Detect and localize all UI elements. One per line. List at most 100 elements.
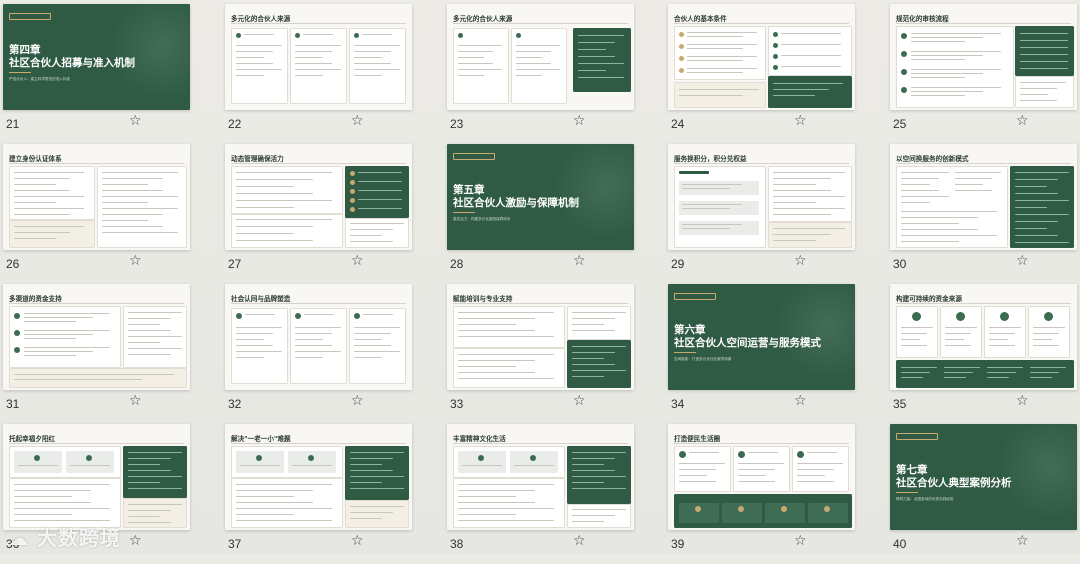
slide-preview[interactable]: 建立身份认证体系 (3, 144, 190, 250)
star-outline-icon[interactable]: ☆ (351, 394, 364, 408)
text-line (236, 63, 273, 65)
text-line (1015, 214, 1069, 216)
text-line (14, 232, 70, 234)
slide-number: 22 (228, 117, 242, 131)
stat-icon (824, 506, 830, 512)
star-outline-icon[interactable]: ☆ (129, 254, 142, 268)
text-line (901, 211, 997, 213)
slide-number: 27 (228, 257, 242, 271)
text-line (458, 366, 516, 368)
text-line (578, 42, 615, 44)
slide-preview[interactable]: 以空间换服务的创新模式 (890, 144, 1077, 250)
text-line (572, 324, 605, 326)
slide-preview[interactable]: 丰富精神文化生活 (447, 424, 634, 530)
slide-preview[interactable]: 赋能培训与专业支持 (447, 284, 634, 390)
star-outline-icon[interactable]: ☆ (1016, 254, 1029, 268)
star-outline-icon[interactable]: ☆ (1016, 534, 1029, 548)
slide-thumbnail-23[interactable]: 多元化的合伙人来源 23 ☆ (447, 4, 637, 144)
content-card (231, 28, 288, 104)
slide-preview[interactable]: 社会认同与品牌塑造 (225, 284, 412, 390)
slide-thumbnail-31[interactable]: 多渠道的资金支持 31 ☆ (3, 284, 193, 424)
slide-title: 托起幸福夕阳红 (9, 435, 56, 443)
text-line (128, 312, 182, 314)
slide-thumbnail-38[interactable]: 丰富精神文化生活 38 ☆ (447, 424, 637, 564)
star-outline-icon[interactable]: ☆ (573, 254, 586, 268)
highlight-card (1010, 166, 1074, 248)
star-outline-icon[interactable]: ☆ (129, 534, 142, 548)
star-outline-icon[interactable]: ☆ (1016, 114, 1029, 128)
text-line (236, 219, 332, 221)
text-line (462, 465, 502, 467)
slide-preview[interactable]: 解决"一老一小"难题 (225, 424, 412, 530)
star-outline-icon[interactable]: ☆ (794, 114, 807, 128)
star-outline-icon[interactable]: ☆ (129, 394, 142, 408)
star-outline-icon[interactable]: ☆ (1016, 394, 1029, 408)
slide-preview[interactable]: 第七章 社区合伙人典型案例分析 榜样力量：全国各地的优秀实践经验 (890, 424, 1077, 530)
slide-thumbnail-29[interactable]: 服务换积分，积分兑权益 29 ☆ (668, 144, 858, 284)
text-line (24, 355, 76, 357)
star-outline-icon[interactable]: ☆ (794, 394, 807, 408)
slide-number: 25 (893, 117, 907, 131)
slide-thumbnail-37[interactable]: 解决"一老一小"难题 37 ☆ (225, 424, 415, 564)
slide-thumbnail-21[interactable]: 第四章 社区合伙人招募与准入机制 严选合伙人：建立科学规范的准入标准 21 ☆ (3, 4, 193, 144)
star-outline-icon[interactable]: ☆ (794, 534, 807, 548)
slide-thumbnail-26[interactable]: 建立身份认证体系 26 ☆ (3, 144, 193, 284)
slide-preview[interactable]: 打造便民生活圈 (668, 424, 855, 530)
slide-preview[interactable]: 第四章 社区合伙人招募与准入机制 严选合伙人：建立科学规范的准入标准 (3, 4, 190, 110)
slide-preview[interactable]: 合伙人的基本条件 (668, 4, 855, 110)
slide-preview[interactable]: 第六章 社区合伙人空间运营与服务模式 空间赋能：打造多元化社区服务场景 (668, 284, 855, 390)
slide-preview[interactable]: 第五章 社区合伙人激励与保障机制 激发活力：构建多元化激励保障体系 (447, 144, 634, 250)
title-rule (231, 163, 406, 164)
slide-thumbnail-27[interactable]: 动态管理确保活力 27 ☆ (225, 144, 415, 284)
slide-preview[interactable]: 多渠道的资金支持 (3, 284, 190, 390)
text-line (295, 345, 332, 347)
star-outline-icon[interactable]: ☆ (794, 254, 807, 268)
star-outline-icon[interactable]: ☆ (573, 114, 586, 128)
slide-thumbnail-22[interactable]: 多元化的合伙人来源 22 ☆ (225, 4, 415, 144)
star-outline-icon[interactable]: ☆ (573, 534, 586, 548)
text-line (458, 354, 554, 356)
slide-title: 服务换积分，积分兑权益 (674, 155, 747, 163)
text-line (781, 44, 841, 46)
slide-preview[interactable]: 服务换积分，积分兑权益 (668, 144, 855, 250)
slide-preview[interactable]: 动态管理确保活力 (225, 144, 412, 250)
text-line (358, 190, 402, 192)
text-line (682, 208, 730, 210)
text-line (572, 470, 616, 472)
slide-thumbnail-24[interactable]: 合伙人的基本条件 24 ☆ (668, 4, 858, 144)
text-line (955, 190, 992, 192)
text-line (1030, 372, 1059, 374)
text-line (14, 379, 142, 381)
text-line (955, 178, 992, 180)
slide-thumbnail-34[interactable]: 第六章 社区合伙人空间运营与服务模式 空间赋能：打造多元化社区服务场景 34 ☆ (668, 284, 858, 424)
slide-thumbnail-35[interactable]: 构建可持续的资金来源 35 ☆ (890, 284, 1080, 424)
highlight-card (1015, 26, 1074, 76)
slide-preview[interactable]: 构建可持续的资金来源 (890, 284, 1077, 390)
star-outline-icon[interactable]: ☆ (351, 534, 364, 548)
slide-thumbnail-25[interactable]: 规范化的审核流程 25 ☆ (890, 4, 1080, 144)
star-outline-icon[interactable]: ☆ (573, 394, 586, 408)
text-line (687, 56, 757, 58)
star-outline-icon[interactable]: ☆ (129, 114, 142, 128)
title-rule (9, 443, 184, 444)
slide-preview[interactable]: 多元化的合伙人来源 (447, 4, 634, 110)
text-line (14, 172, 84, 174)
star-outline-icon[interactable]: ☆ (351, 254, 364, 268)
text-line (516, 45, 560, 47)
slide-thumbnail-28[interactable]: 第五章 社区合伙人激励与保障机制 激发活力：构建多元化激励保障体系 28 ☆ (447, 144, 637, 284)
slide-thumbnail-30[interactable]: 以空间换服务的创新模式 30 ☆ (890, 144, 1080, 284)
text-line (901, 196, 949, 198)
slide-preview[interactable]: 托起幸福夕阳红 (3, 424, 190, 530)
card-icon (679, 451, 686, 458)
list-icon (14, 330, 20, 336)
text-line (458, 490, 535, 492)
slide-thumbnail-33[interactable]: 赋能培训与专业支持 33 ☆ (447, 284, 637, 424)
slide-preview[interactable]: 规范化的审核流程 (890, 4, 1077, 110)
slide-thumbnail-32[interactable]: 社会认同与品牌塑造 32 ☆ (225, 284, 415, 424)
slide-thumbnail-40[interactable]: 第七章 社区合伙人典型案例分析 榜样力量：全国各地的优秀实践经验 40 ☆ (890, 424, 1080, 564)
slide-thumbnail-39[interactable]: 打造便民生活圈 39 ☆ (668, 424, 858, 564)
slide-preview[interactable]: 多元化的合伙人来源 (225, 4, 412, 110)
slide-title: 动态管理确保活力 (231, 155, 284, 163)
text-line (572, 312, 626, 314)
star-outline-icon[interactable]: ☆ (351, 114, 364, 128)
